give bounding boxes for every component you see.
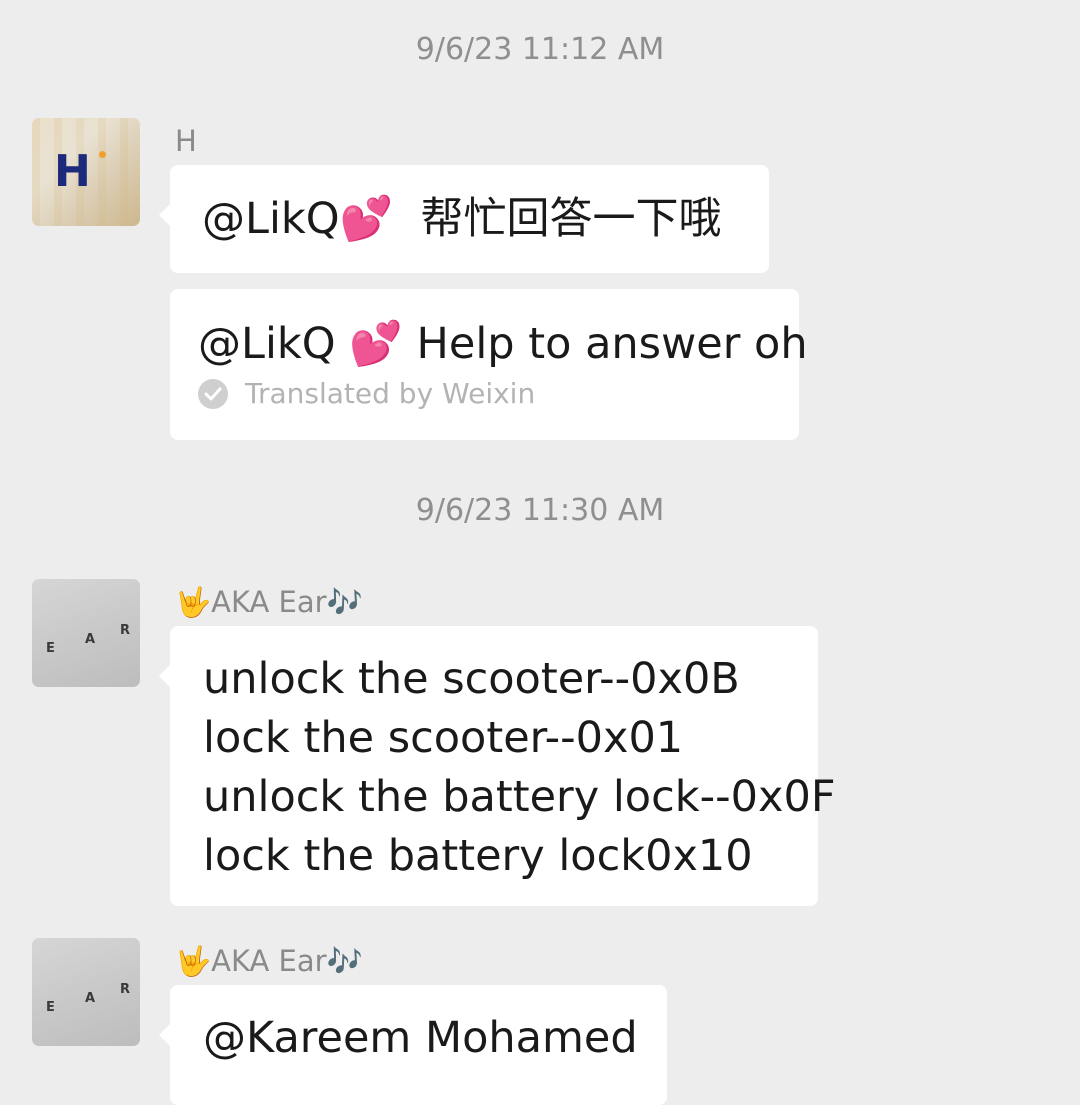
message-bubble[interactable]: @Kareem Mohamed	[159, 985, 667, 1105]
sender-name: 🤟AKA Ear🎶	[175, 944, 363, 978]
check-mark-icon	[204, 387, 222, 400]
check-circle-icon	[198, 378, 228, 409]
avatar-ear[interactable]: E A R	[32, 938, 140, 1046]
avatar-ear[interactable]: E A R	[32, 579, 140, 687]
avatar-dot-icon	[99, 151, 106, 158]
translated-by-label: Translated by Weixin	[245, 377, 536, 410]
timestamp: 9/6/23 11:12 AM	[415, 32, 665, 67]
sender-name: H	[175, 124, 197, 158]
message-line: lock the battery lock0x10	[203, 831, 753, 881]
message-text: @Kareem Mohamed	[203, 1013, 638, 1063]
avatar-letter: E	[46, 1000, 55, 1015]
translation-text: @LikQ 💕 Help to answer oh	[198, 319, 808, 369]
translated-by-row: Translated by Weixin	[198, 377, 799, 410]
message-line: unlock the battery lock--0x0F	[203, 772, 836, 822]
avatar-letter: A	[85, 991, 96, 1006]
avatar-letter: H	[54, 146, 91, 197]
avatar-letter: R	[120, 623, 131, 638]
avatar-letter: A	[85, 632, 96, 647]
avatar-letter: R	[120, 982, 131, 997]
sender-name: 🤟AKA Ear🎶	[175, 585, 363, 619]
translation-bubble[interactable]: @LikQ 💕 Help to answer oh Translated by …	[170, 289, 808, 440]
message-line: lock the scooter--0x01	[203, 713, 684, 763]
message-text: @LikQ💕 帮忙回答一下哦	[202, 194, 722, 244]
avatar-letter: E	[46, 641, 55, 656]
message-bubble[interactable]: unlock the scooter--0x0B lock the scoote…	[159, 626, 836, 906]
message-line: unlock the scooter--0x0B	[203, 654, 740, 704]
avatar-h[interactable]: H	[32, 118, 140, 226]
message-bubble[interactable]: @LikQ💕 帮忙回答一下哦	[159, 165, 769, 273]
timestamp: 9/6/23 11:30 AM	[415, 493, 665, 528]
